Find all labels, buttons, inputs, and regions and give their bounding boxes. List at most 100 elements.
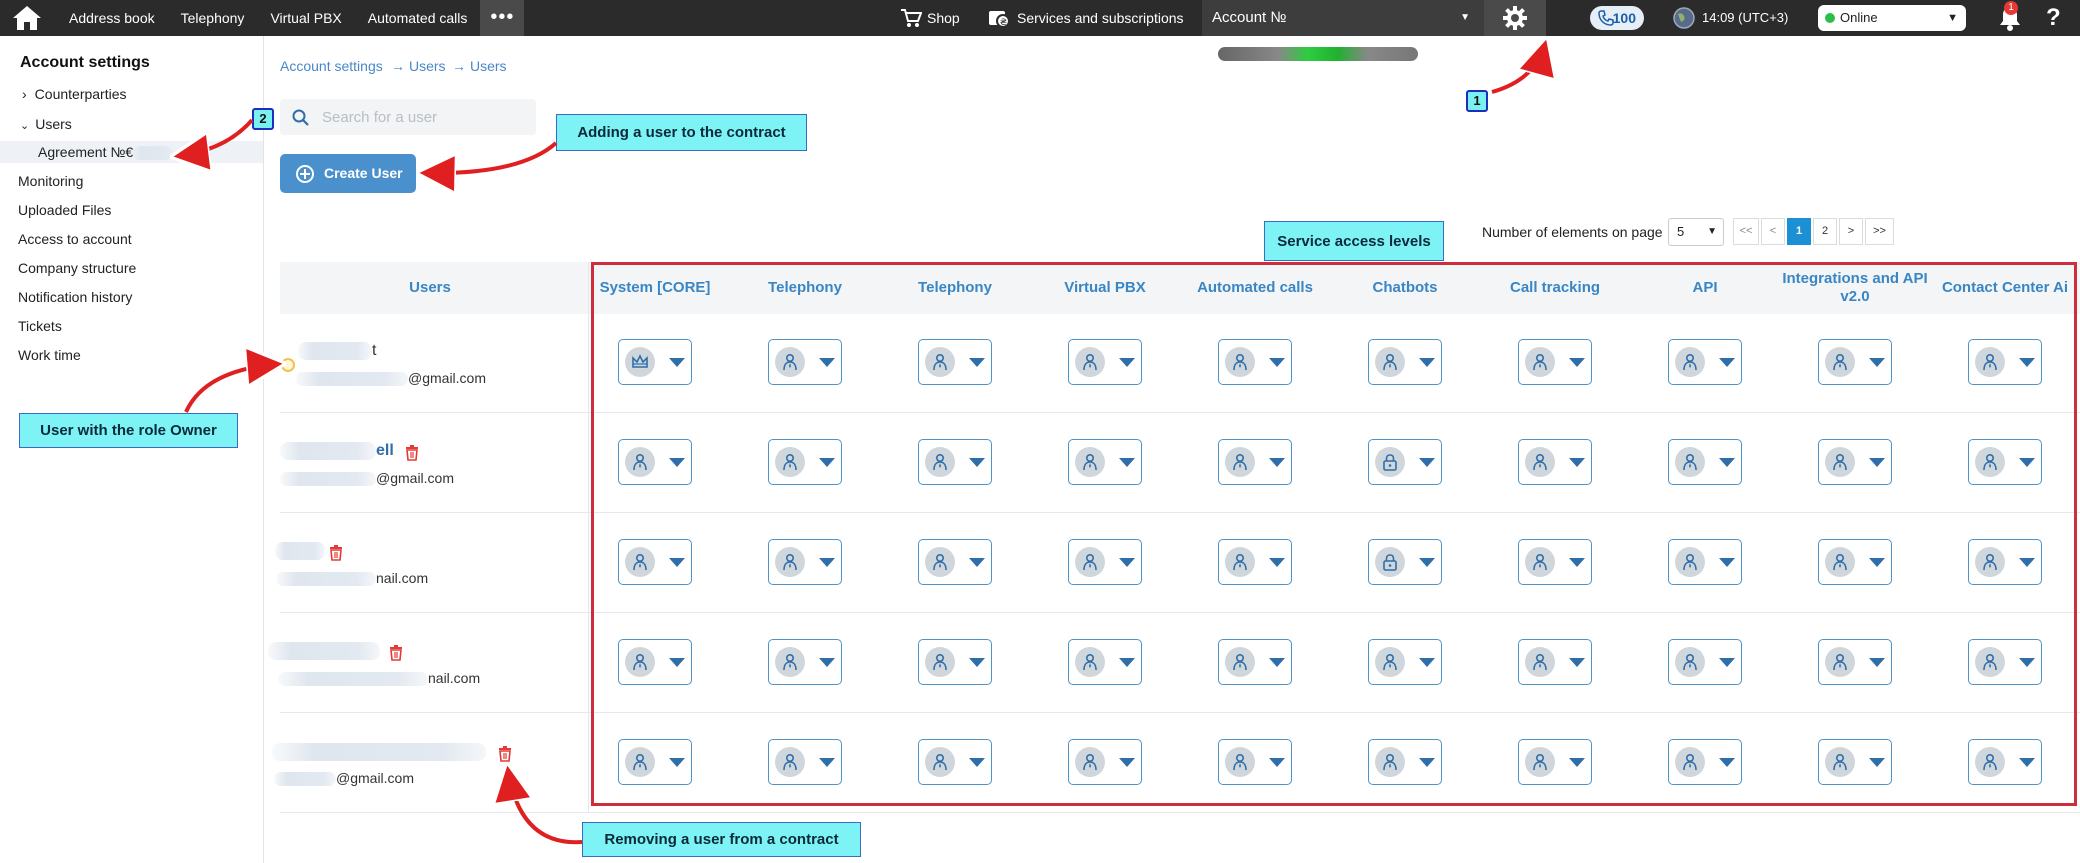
home-icon[interactable] <box>10 4 44 32</box>
nav-address-book[interactable]: Address book <box>56 0 168 36</box>
annotation-removing-user: Removing a user from a contract <box>582 822 861 857</box>
sidebar-item-agreement[interactable]: Agreement №€ <box>38 144 174 161</box>
top-bar: Address book Telephony Virtual PBX Autom… <box>0 0 2080 62</box>
column-divider <box>588 262 589 812</box>
annotation-tag-1: 1 <box>1466 90 1488 112</box>
page-size-label: Number of elements on page <box>1482 224 1663 240</box>
breadcrumb-users[interactable]: Users <box>409 58 446 74</box>
user-email: nail.com <box>276 570 428 587</box>
top-nav: Address book Telephony Virtual PBX Autom… <box>56 0 525 36</box>
sidebar-title: Account settings <box>20 54 150 71</box>
page-2-button[interactable]: 2 <box>1813 218 1837 245</box>
trash-icon[interactable] <box>389 645 403 661</box>
sidebar-item-label: Users <box>35 116 72 132</box>
status-value: Online <box>1840 10 1878 25</box>
user-email-visible: @gmail.com <box>336 770 415 786</box>
trash-icon[interactable] <box>405 445 419 461</box>
breadcrumb-separator: → <box>452 58 466 74</box>
sidebar-item-company-structure[interactable]: Company structure <box>18 260 136 276</box>
chevron-down-icon: ▼ <box>1707 226 1717 237</box>
user-email: @gmail.com <box>274 770 415 787</box>
gear-icon <box>1503 6 1527 30</box>
chevron-down-icon: ▼ <box>1947 12 1958 24</box>
sidebar: Account settings › Counterparties ⌄ Users … <box>0 36 264 863</box>
phone-icon <box>1598 10 1614 26</box>
clock-time: 14:09 (UTC+3) <box>1702 10 1789 25</box>
sidebar-item-work-time[interactable]: Work time <box>18 347 81 363</box>
column-header-users: Users <box>409 279 451 296</box>
user-name-visible: t <box>372 342 377 360</box>
owner-crown-icon <box>281 358 295 372</box>
page-first-button[interactable]: << <box>1733 218 1759 245</box>
page-size-select[interactable]: 5 ▼ <box>1668 218 1724 246</box>
sidebar-item-uploaded-files[interactable]: Uploaded Files <box>18 202 111 218</box>
status-select[interactable]: Online ▼ <box>1818 5 1966 31</box>
arrow-to-trash <box>508 770 583 845</box>
email-redacted <box>296 372 408 387</box>
account-number-redacted <box>1218 47 1418 62</box>
user-name[interactable]: ell <box>280 442 394 460</box>
account-selector[interactable]: Account № ▼ <box>1202 0 1484 62</box>
services-icon: ₴ <box>989 11 1010 28</box>
page-next-button[interactable]: > <box>1839 218 1863 245</box>
annotation-tag-2: 2 <box>252 108 274 130</box>
user-name-redacted <box>272 743 486 761</box>
user-email-visible: @gmail.com <box>376 470 455 486</box>
search-input[interactable] <box>320 99 520 135</box>
user-name-redacted <box>275 542 325 560</box>
globe-icon <box>1673 7 1695 29</box>
chevron-right-icon: › <box>22 86 27 102</box>
create-user-button[interactable]: Create User <box>280 154 416 193</box>
user-email: @gmail.com <box>296 370 487 387</box>
account-label: Account № <box>1212 9 1287 26</box>
page-last-button[interactable]: >> <box>1865 218 1894 245</box>
search-icon <box>292 109 309 126</box>
user-email-visible: @gmail.com <box>408 370 487 386</box>
nav-automated-calls[interactable]: Automated calls <box>355 0 481 36</box>
balance-pill[interactable]: 100 <box>1590 6 1644 30</box>
email-redacted <box>280 472 376 487</box>
page-1-button[interactable]: 1 <box>1787 218 1811 245</box>
settings-button[interactable] <box>1484 0 1546 36</box>
breadcrumb-separator: → <box>391 58 405 74</box>
nav-telephony[interactable]: Telephony <box>168 0 258 36</box>
user-name-redacted <box>298 342 372 360</box>
page-size-value: 5 <box>1677 224 1685 239</box>
plus-circle-icon <box>296 165 314 183</box>
trash-icon[interactable] <box>329 545 343 561</box>
sidebar-item-notification-history[interactable]: Notification history <box>18 289 132 305</box>
sidebar-item-tickets[interactable]: Tickets <box>18 318 62 334</box>
services-link[interactable]: Services and subscriptions <box>1017 0 1184 36</box>
trash-icon[interactable] <box>498 746 512 762</box>
agreement-number-redacted <box>133 146 174 161</box>
create-user-label: Create User <box>324 165 403 181</box>
user-name-redacted <box>268 642 380 660</box>
user-name[interactable] <box>275 542 325 560</box>
chevron-down-icon: ▼ <box>1460 12 1470 23</box>
sidebar-item-monitoring[interactable]: Monitoring <box>18 173 83 189</box>
user-email: @gmail.com <box>280 470 455 487</box>
email-redacted <box>278 672 428 687</box>
svg-text:₴: ₴ <box>1000 18 1007 28</box>
help-icon[interactable]: ? <box>2046 0 2061 36</box>
annotation-adding-user: Adding a user to the contract <box>556 114 807 151</box>
user-name[interactable] <box>272 743 486 761</box>
row-divider <box>280 812 2080 813</box>
user-name[interactable]: t <box>298 342 376 360</box>
service-access-frame <box>591 262 2077 806</box>
user-name[interactable] <box>268 642 380 660</box>
chevron-down-icon: ⌄ <box>20 120 30 132</box>
notification-badge: 1 <box>2004 1 2018 15</box>
status-dot <box>1825 13 1835 23</box>
nav-virtual-pbx[interactable]: Virtual PBX <box>257 0 354 36</box>
sidebar-item-access[interactable]: Access to account <box>18 231 132 247</box>
sidebar-item-counterparties[interactable]: › Counterparties <box>22 86 127 102</box>
sidebar-item-label: Counterparties <box>34 86 127 102</box>
sidebar-item-users[interactable]: ⌄ Users <box>20 116 72 132</box>
page-prev-button[interactable]: < <box>1761 218 1785 245</box>
breadcrumb-account-settings[interactable]: Account settings <box>280 58 383 74</box>
user-name-redacted <box>280 442 376 460</box>
user-email-visible: nail.com <box>428 670 481 686</box>
shop-link[interactable]: Shop <box>927 0 960 36</box>
more-menu-button[interactable]: ••• <box>480 0 525 36</box>
